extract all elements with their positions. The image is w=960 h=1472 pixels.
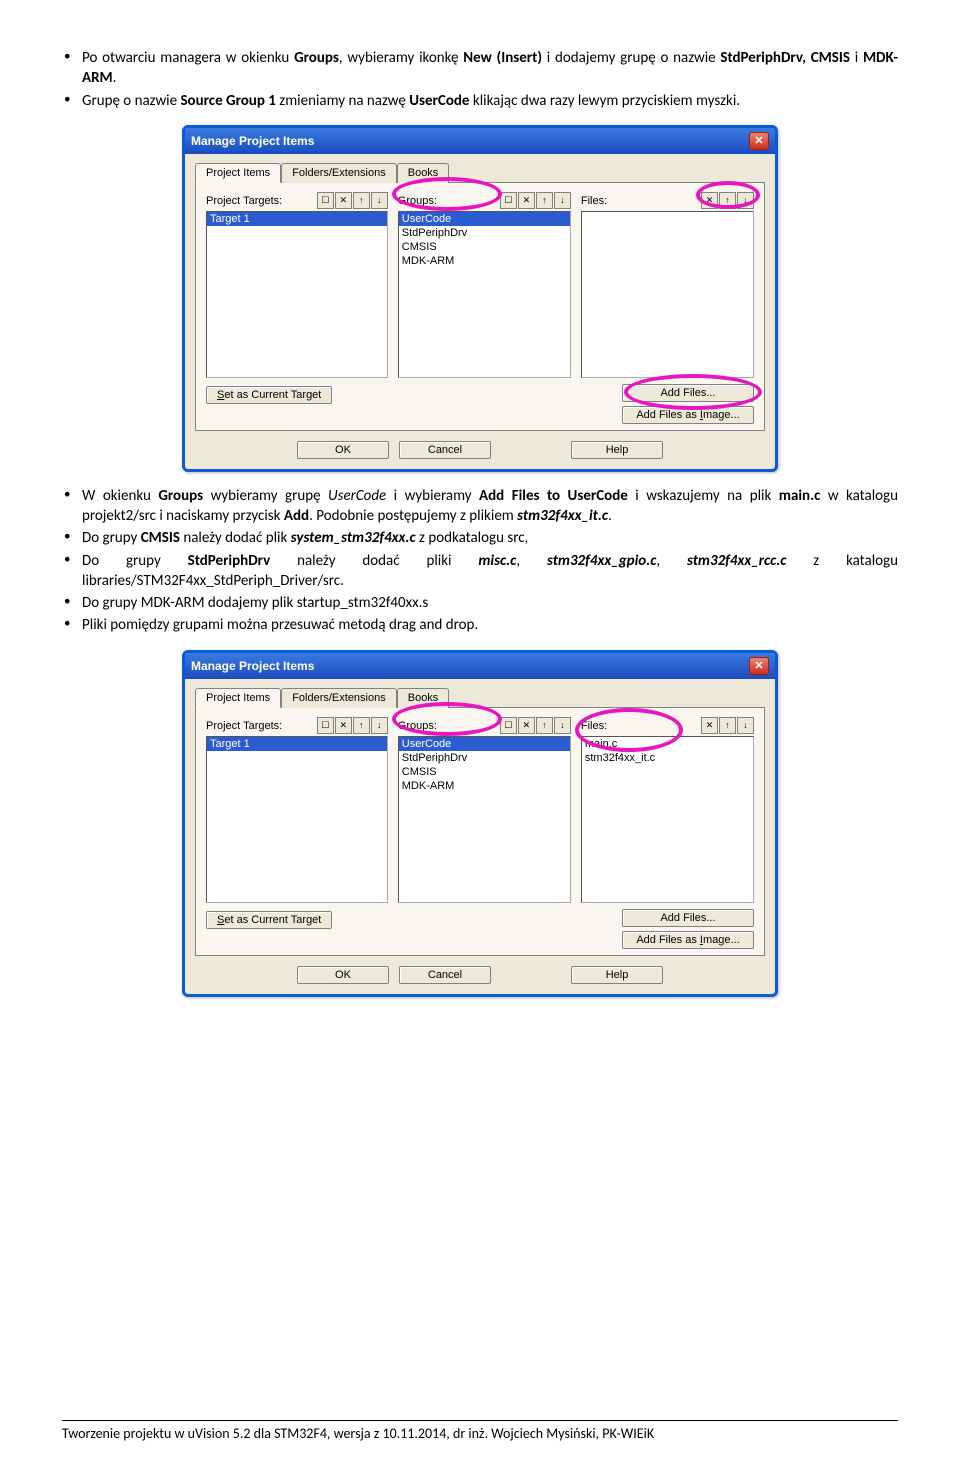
up-icon[interactable]: ↑: [353, 717, 370, 734]
set-target-text: et as Current Target: [224, 389, 321, 401]
down-icon[interactable]: ↓: [371, 717, 388, 734]
delete-icon[interactable]: ✕: [518, 717, 535, 734]
down-icon[interactable]: ↓: [371, 192, 388, 209]
files-listbox[interactable]: [581, 211, 754, 378]
list-item[interactable]: UserCode: [399, 212, 570, 226]
list-item[interactable]: MDK-ARM: [399, 254, 570, 268]
delete-icon[interactable]: ✕: [701, 192, 718, 209]
close-icon[interactable]: ✕: [749, 132, 769, 150]
paragraph-2-list: W okienku Groups wybieramy grupę UserCod…: [62, 486, 898, 636]
tab-folders-extensions[interactable]: Folders/Extensions: [281, 688, 397, 708]
set-current-target-button[interactable]: Set as Current Target: [206, 386, 332, 404]
new-icon[interactable]: ☐: [317, 192, 334, 209]
list-item[interactable]: CMSIS: [399, 240, 570, 254]
tab-project-items[interactable]: Project Items: [195, 688, 281, 708]
down-icon[interactable]: ↓: [737, 717, 754, 734]
delete-icon[interactable]: ✕: [701, 717, 718, 734]
list-item[interactable]: UserCode: [399, 737, 570, 751]
delete-icon[interactable]: ✕: [335, 717, 352, 734]
list-item[interactable]: stm32f4xx_it.c: [582, 751, 753, 765]
tab-books[interactable]: Books: [397, 688, 450, 708]
toolbar-groups: ☐ ✕ ↑ ↓: [500, 192, 571, 209]
cancel-button[interactable]: Cancel: [399, 966, 491, 984]
bullet-item: Grupę o nazwie Source Group 1 zmieniamy …: [62, 91, 898, 111]
set-current-target-button[interactable]: Set as Current Target: [206, 911, 332, 929]
add-files-button[interactable]: Add Files...: [622, 909, 754, 927]
list-item[interactable]: Target 1: [207, 737, 387, 751]
list-item[interactable]: main.c: [582, 737, 753, 751]
new-icon[interactable]: ☐: [500, 717, 517, 734]
col-groups-label: Groups:: [398, 195, 437, 207]
files-listbox[interactable]: main.c stm32f4xx_it.c: [581, 736, 754, 903]
bullet-item: Pliki pomiędzy grupami można przesuwać m…: [62, 615, 898, 635]
col-files-label: Files:: [581, 195, 607, 207]
manage-project-items-dialog-2: Manage Project Items ✕ Project Items Fol…: [182, 650, 778, 997]
add-files-button[interactable]: Add Files...: [622, 384, 754, 402]
toolbar-groups: ☐ ✕ ↑ ↓: [500, 717, 571, 734]
ok-button[interactable]: OK: [297, 966, 389, 984]
bullet-item: W okienku Groups wybieramy grupę UserCod…: [62, 486, 898, 527]
tabs: Project Items Folders/Extensions Books: [185, 679, 775, 707]
close-icon[interactable]: ✕: [749, 657, 769, 675]
ok-button[interactable]: OK: [297, 441, 389, 459]
col-targets-label: Project Targets:: [206, 720, 282, 732]
add-files-image-button[interactable]: Add Files as Image...: [622, 931, 754, 949]
groups-listbox[interactable]: UserCode StdPeriphDrv CMSIS MDK-ARM: [398, 736, 571, 903]
add-files-image-button[interactable]: Add Files as Image...: [622, 406, 754, 424]
down-icon[interactable]: ↓: [554, 717, 571, 734]
page-footer: Tworzenie projektu w uVision 5.2 dla STM…: [62, 1420, 898, 1442]
tab-folders-extensions[interactable]: Folders/Extensions: [281, 163, 397, 183]
help-button[interactable]: Help: [571, 966, 663, 984]
tabs: Project Items Folders/Extensions Books: [185, 154, 775, 182]
bullet-item: Do grupy CMSIS należy dodać plik system_…: [62, 528, 898, 548]
new-icon[interactable]: ☐: [500, 192, 517, 209]
dialog-buttons: OK Cancel Help: [185, 439, 775, 469]
targets-listbox[interactable]: Target 1: [206, 211, 388, 378]
bullet-item: Do grupy StdPeriphDrv należy dodać pliki…: [62, 551, 898, 592]
targets-listbox[interactable]: Target 1: [206, 736, 388, 903]
up-icon[interactable]: ↑: [719, 717, 736, 734]
toolbar-targets: ☐ ✕ ↑ ↓: [317, 717, 388, 734]
list-item[interactable]: MDK-ARM: [399, 779, 570, 793]
dialog-title: Manage Project Items: [191, 659, 314, 673]
up-icon[interactable]: ↑: [536, 192, 553, 209]
bullet-item: Po otwarciu managera w okienku Groups, w…: [62, 48, 898, 89]
list-item[interactable]: Target 1: [207, 212, 387, 226]
dialog-buttons: OK Cancel Help: [185, 964, 775, 994]
cancel-button[interactable]: Cancel: [399, 441, 491, 459]
list-item[interactable]: StdPeriphDrv: [399, 751, 570, 765]
toolbar-targets: ☐ ✕ ↑ ↓: [317, 192, 388, 209]
help-button[interactable]: Help: [571, 441, 663, 459]
up-icon[interactable]: ↑: [536, 717, 553, 734]
tab-books[interactable]: Books: [397, 163, 450, 183]
col-files-label: Files:: [581, 720, 607, 732]
delete-icon[interactable]: ✕: [518, 192, 535, 209]
toolbar-files: ✕ ↑ ↓: [701, 192, 754, 209]
up-icon[interactable]: ↑: [719, 192, 736, 209]
tab-project-items[interactable]: Project Items: [195, 163, 281, 183]
toolbar-files: ✕ ↑ ↓: [701, 717, 754, 734]
col-targets-label: Project Targets:: [206, 195, 282, 207]
delete-icon[interactable]: ✕: [335, 192, 352, 209]
new-icon[interactable]: ☐: [317, 717, 334, 734]
titlebar: Manage Project Items ✕: [185, 128, 775, 154]
panel: Project Targets: ☐ ✕ ↑ ↓ Target 1 Set as…: [195, 707, 765, 956]
up-icon[interactable]: ↑: [353, 192, 370, 209]
list-item[interactable]: CMSIS: [399, 765, 570, 779]
dialog-title: Manage Project Items: [191, 134, 314, 148]
list-item[interactable]: StdPeriphDrv: [399, 226, 570, 240]
titlebar: Manage Project Items ✕: [185, 653, 775, 679]
down-icon[interactable]: ↓: [737, 192, 754, 209]
groups-listbox[interactable]: UserCode StdPeriphDrv CMSIS MDK-ARM: [398, 211, 571, 378]
down-icon[interactable]: ↓: [554, 192, 571, 209]
panel: Project Targets: ☐ ✕ ↑ ↓ Target 1 Set as…: [195, 182, 765, 431]
manage-project-items-dialog-1: Manage Project Items ✕ Project Items Fol…: [182, 125, 778, 472]
paragraph-1-list: Po otwarciu managera w okienku Groups, w…: [62, 48, 898, 111]
bullet-item: Do grupy MDK-ARM dodajemy plik startup_s…: [62, 593, 898, 613]
col-groups-label: Groups:: [398, 720, 437, 732]
